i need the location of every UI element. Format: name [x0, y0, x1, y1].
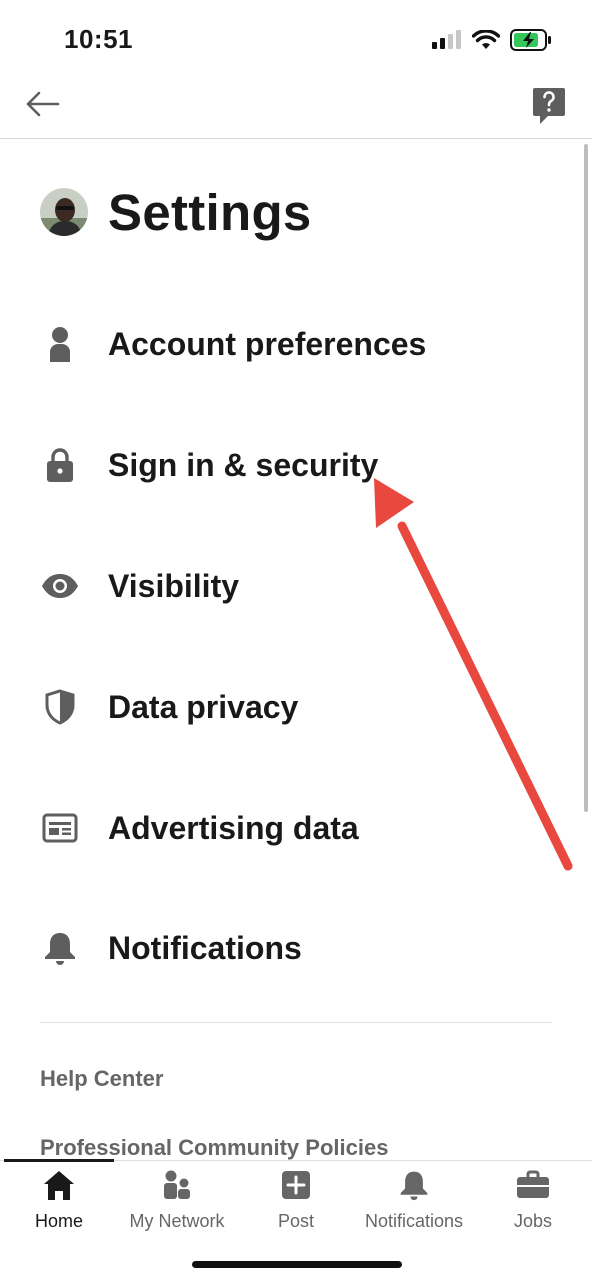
- status-time: 10:51: [64, 24, 133, 54]
- settings-item-visibility[interactable]: Visibility: [40, 556, 560, 616]
- settings-item-label: Sign in & security: [108, 446, 379, 483]
- community-policies-link[interactable]: Professional Community Policies: [40, 1135, 388, 1161]
- profile-photo-icon: [40, 188, 88, 236]
- status-icons: [432, 28, 552, 52]
- nav-label: Jobs: [513, 1211, 553, 1231]
- wifi-icon: [472, 30, 500, 49]
- active-tab-indicator: [4, 1159, 114, 1162]
- settings-item-notifications[interactable]: Notifications: [40, 918, 560, 978]
- plus-box-icon: [278, 1167, 314, 1203]
- nav-label: Post: [277, 1211, 315, 1231]
- settings-item-sign-in-security[interactable]: Sign in & security: [40, 435, 560, 495]
- nav-home[interactable]: Home: [0, 1167, 118, 1237]
- nav-label: Home: [34, 1211, 83, 1231]
- back-arrow-icon: [26, 91, 60, 117]
- nav-label: Notifications: [364, 1211, 464, 1231]
- settings-item-advertising-data[interactable]: Advertising data: [40, 798, 560, 858]
- person-icon: [40, 324, 80, 364]
- divider: [40, 1022, 552, 1023]
- page-title: Settings: [108, 183, 312, 241]
- nav-jobs[interactable]: Jobs: [474, 1167, 592, 1237]
- home-indicator: [192, 1261, 402, 1268]
- bell-icon: [396, 1167, 432, 1203]
- status-bar: 10:51: [0, 0, 592, 70]
- cellular-signal-icon: [432, 30, 461, 49]
- nav-post[interactable]: Post: [237, 1167, 355, 1237]
- eye-icon: [40, 566, 80, 606]
- settings-item-label: Account preferences: [108, 325, 427, 362]
- top-bar: [0, 70, 592, 139]
- settings-item-label: Notifications: [108, 929, 302, 966]
- help-center-link[interactable]: Help Center: [40, 1066, 163, 1092]
- help-icon: [533, 88, 565, 124]
- network-icon: [159, 1167, 195, 1203]
- home-icon: [41, 1167, 77, 1203]
- settings-item-label: Visibility: [108, 567, 240, 604]
- nav-label: My Network: [129, 1211, 225, 1231]
- settings-item-label: Advertising data: [108, 809, 359, 846]
- briefcase-icon: [515, 1167, 551, 1203]
- settings-item-data-privacy[interactable]: Data privacy: [40, 677, 560, 737]
- back-button[interactable]: [22, 84, 62, 124]
- ad-card-icon: [40, 808, 80, 848]
- settings-item-label: Data privacy: [108, 688, 299, 725]
- lock-icon: [40, 445, 80, 485]
- settings-header: Settings: [40, 183, 312, 241]
- nav-notifications[interactable]: Notifications: [355, 1167, 473, 1237]
- avatar[interactable]: [40, 188, 88, 236]
- battery-charging-icon: [510, 29, 551, 51]
- shield-icon: [40, 687, 80, 727]
- help-button[interactable]: [532, 86, 566, 126]
- scrollbar[interactable]: [584, 144, 588, 812]
- bell-icon: [40, 928, 80, 968]
- settings-item-account-preferences[interactable]: Account preferences: [40, 314, 560, 374]
- nav-my-network[interactable]: My Network: [118, 1167, 236, 1237]
